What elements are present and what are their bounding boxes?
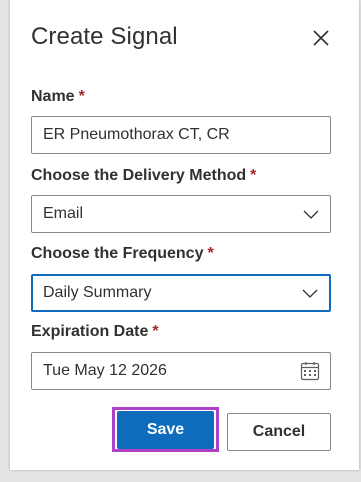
chevron-down-icon	[303, 210, 319, 219]
required-mark: *	[207, 245, 214, 262]
delivery-method-value: Email	[43, 205, 84, 222]
chevron-down-icon	[302, 289, 318, 298]
frequency-dropdown[interactable]: Daily Summary	[31, 274, 331, 312]
create-signal-dialog: Create Signal Name * ER Pneumothorax CT, …	[10, 0, 359, 470]
close-button[interactable]	[310, 27, 332, 49]
delivery-method-label: Choose the Delivery Method *	[31, 167, 256, 185]
name-input-value: ER Pneumothorax CT, CR	[43, 126, 230, 143]
frequency-label-text: Choose the Frequency	[31, 245, 204, 262]
frequency-label: Choose the Frequency *	[31, 245, 214, 263]
name-label: Name *	[31, 88, 85, 106]
frequency-value: Daily Summary	[43, 284, 152, 301]
expiration-date-value: Tue May 12 2026	[43, 362, 167, 379]
delivery-method-dropdown[interactable]: Email	[31, 195, 331, 233]
expiration-date-label: Expiration Date *	[31, 323, 159, 341]
delivery-method-label-text: Choose the Delivery Method	[31, 167, 247, 184]
cancel-button[interactable]: Cancel	[227, 413, 331, 451]
required-mark: *	[250, 167, 257, 184]
expiration-date-label-text: Expiration Date	[31, 323, 149, 340]
calendar-icon[interactable]	[300, 361, 320, 381]
required-mark: *	[152, 323, 159, 340]
name-label-text: Name	[31, 88, 75, 105]
save-button[interactable]: Save	[117, 411, 214, 449]
name-input[interactable]: ER Pneumothorax CT, CR	[31, 116, 331, 154]
close-icon	[313, 30, 329, 46]
required-mark: *	[78, 88, 85, 105]
expiration-date-picker[interactable]: Tue May 12 2026	[31, 352, 331, 390]
dialog-title: Create Signal	[31, 23, 178, 50]
